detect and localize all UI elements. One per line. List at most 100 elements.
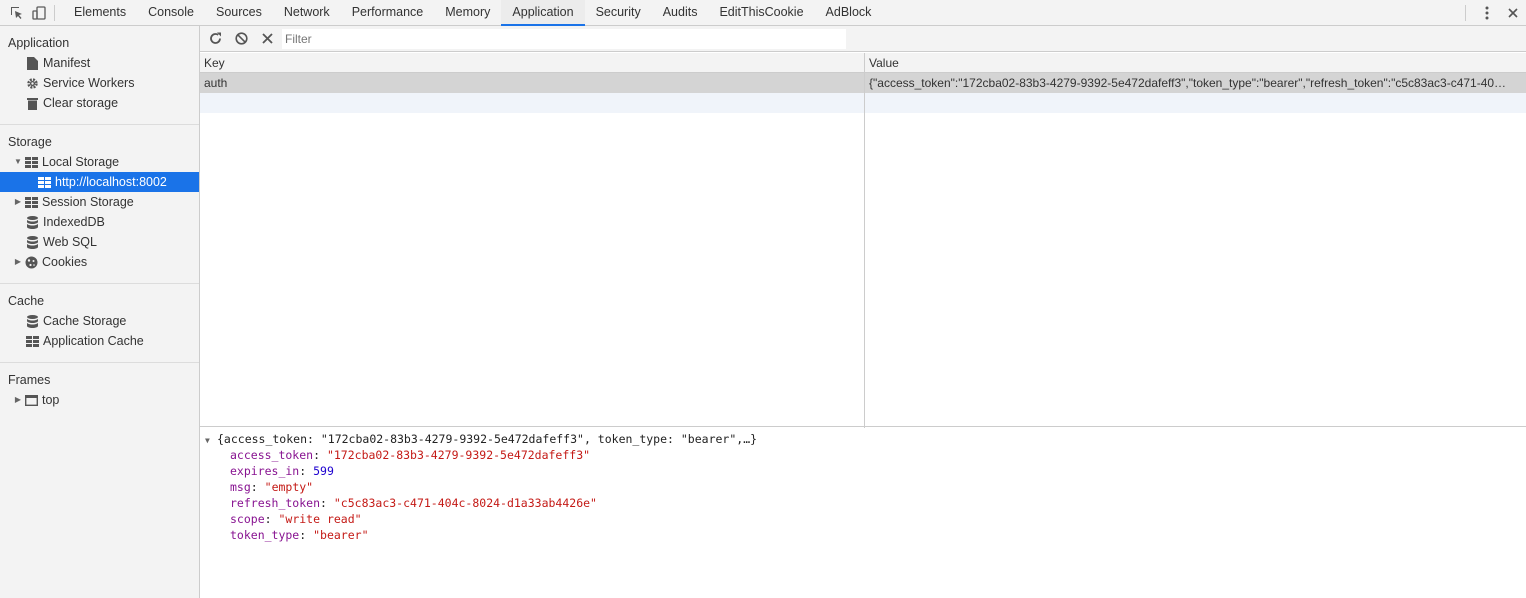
tabbar-right-controls [1465, 0, 1526, 25]
storage-toolbar [200, 26, 1526, 52]
sidebar-section-frames: Frames ▶ top [0, 363, 199, 421]
property-colon: : [264, 512, 279, 526]
column-header-value[interactable]: Value [865, 53, 1526, 72]
tab-sources[interactable]: Sources [205, 0, 273, 25]
expand-arrow-right-icon[interactable]: ▶ [12, 252, 24, 272]
sidebar-item-label: Application Cache [43, 334, 144, 348]
property-colon: : [320, 496, 334, 510]
close-devtools-icon[interactable] [1500, 0, 1526, 25]
sidebar-item-label: Service Workers [43, 76, 135, 90]
cell-value[interactable] [865, 93, 1526, 113]
sidebar-section-cache: Cache Cache Storage Application Cache [0, 284, 199, 363]
toolbar-divider [1465, 4, 1466, 21]
sidebar-item-indexeddb[interactable]: IndexedDB [0, 212, 199, 232]
expand-arrow-right-icon[interactable]: ▶ [12, 192, 24, 212]
grid-header: Key Value [200, 53, 1526, 73]
object-property: scope: "write read" [200, 511, 1526, 527]
database-icon [25, 314, 39, 328]
sidebar-item-clear-storage[interactable]: Clear storage [0, 93, 199, 113]
tab-application[interactable]: Application [501, 0, 585, 26]
frame-window-icon [24, 393, 38, 407]
tab-memory[interactable]: Memory [434, 0, 501, 25]
device-toolbar-icon[interactable] [28, 0, 50, 25]
property-colon: : [299, 528, 314, 542]
sidebar-item-session-storage[interactable]: ▶ Session Storage [0, 192, 199, 212]
sidebar-item-label: Clear storage [43, 96, 119, 110]
property-colon: : [313, 448, 327, 462]
database-icon [25, 215, 39, 229]
delete-selected-icon[interactable] [254, 26, 280, 52]
tab-audits[interactable]: Audits [652, 0, 709, 25]
table-icon [25, 334, 39, 348]
sidebar-section-storage: Storage ▼ Local Storage http://localhost… [0, 125, 199, 284]
sidebar-item-cache-storage[interactable]: Cache Storage [0, 311, 199, 331]
tab-elements[interactable]: Elements [63, 0, 137, 25]
empty-table-row[interactable] [200, 93, 1526, 113]
sidebar-item-label: Web SQL [43, 235, 97, 249]
property-key: access_token [230, 448, 314, 462]
tab-adblock[interactable]: AdBlock [815, 0, 883, 25]
column-header-key[interactable]: Key [200, 53, 865, 72]
tab-performance[interactable]: Performance [341, 0, 435, 25]
cell-key[interactable] [200, 93, 865, 113]
object-property: msg: "empty" [200, 479, 1526, 495]
object-property: token_type: "bearer" [200, 527, 1526, 543]
sidebar-section-title: Storage [8, 135, 52, 149]
sidebar-item-application-cache[interactable]: Application Cache [0, 331, 199, 351]
sidebar-item-localhost-origin[interactable]: http://localhost:8002 [0, 172, 199, 192]
clear-all-icon[interactable] [228, 26, 254, 52]
sidebar-section-application: Application Manifest Service Workers Cle… [0, 26, 199, 125]
table-icon [37, 175, 51, 189]
cell-key[interactable]: auth [200, 73, 865, 93]
more-options-icon[interactable] [1474, 0, 1500, 25]
trash-icon [25, 96, 39, 110]
panel-tabs: Elements Console Sources Network Perform… [63, 0, 883, 26]
tab-editthiscookie[interactable]: EditThisCookie [708, 0, 814, 25]
sidebar-section-title: Frames [8, 373, 51, 387]
sidebar-item-label: Manifest [43, 56, 91, 70]
property-colon: : [250, 480, 265, 494]
grid-filler-key-column [200, 113, 865, 446]
expand-arrow-right-icon[interactable]: ▶ [12, 390, 24, 410]
object-summary-text: {access_token: "172cba02-83b3-4279-9392-… [217, 432, 758, 446]
property-value: "172cba02-83b3-4279-9392-5e472dafeff3" [326, 448, 591, 462]
object-property: expires_in: 599 [200, 463, 1526, 479]
sidebar-item-label: http://localhost:8002 [55, 175, 167, 189]
sidebar-item-web-sql[interactable]: Web SQL [0, 232, 199, 252]
gear-icon [25, 76, 39, 90]
document-icon [25, 56, 39, 70]
object-summary[interactable]: ▼ {access_token: "172cba02-83b3-4279-9392… [200, 431, 1526, 447]
sidebar-item-label: top [42, 393, 60, 407]
tab-security[interactable]: Security [585, 0, 652, 25]
property-key: refresh_token [230, 496, 321, 510]
sidebar-item-local-storage[interactable]: ▼ Local Storage [0, 152, 199, 172]
devtools-tabbar: Elements Console Sources Network Perform… [0, 0, 1526, 26]
table-row[interactable]: auth {"access_token":"172cba02-83b3-4279… [200, 73, 1526, 93]
property-key: scope [230, 512, 265, 526]
tab-network[interactable]: Network [273, 0, 341, 25]
value-preview-panel: ▼ {access_token: "172cba02-83b3-4279-9392… [200, 428, 1526, 598]
sidebar-item-service-workers[interactable]: Service Workers [0, 73, 199, 93]
property-value: "c5c83ac3-c471-404c-8024-d1a33ab4426e" [333, 496, 597, 510]
sidebar-item-top-frame[interactable]: ▶ top [0, 390, 199, 410]
inspect-element-icon[interactable] [6, 0, 28, 25]
expand-arrow-down-icon[interactable]: ▼ [12, 152, 24, 172]
property-colon: : [299, 464, 314, 478]
cookie-icon [24, 255, 38, 269]
application-sidebar: Application Manifest Service Workers Cle… [0, 26, 200, 598]
property-key: expires_in [230, 464, 300, 478]
refresh-icon[interactable] [202, 26, 228, 52]
grid-filler-value-column [865, 113, 1526, 446]
property-value: "bearer" [313, 528, 369, 542]
cell-value[interactable]: {"access_token":"172cba02-83b3-4279-9392… [865, 73, 1526, 93]
sidebar-item-cookies[interactable]: ▶ Cookies [0, 252, 199, 272]
sidebar-item-manifest[interactable]: Manifest [0, 53, 199, 73]
sidebar-item-label: Session Storage [42, 195, 134, 209]
table-icon [24, 155, 38, 169]
property-value: 599 [313, 464, 334, 478]
sidebar-section-title: Cache [8, 294, 45, 308]
tab-console[interactable]: Console [137, 0, 205, 25]
collapse-arrow-icon[interactable]: ▼ [205, 433, 217, 449]
table-icon [24, 195, 38, 209]
filter-input[interactable] [282, 28, 846, 49]
